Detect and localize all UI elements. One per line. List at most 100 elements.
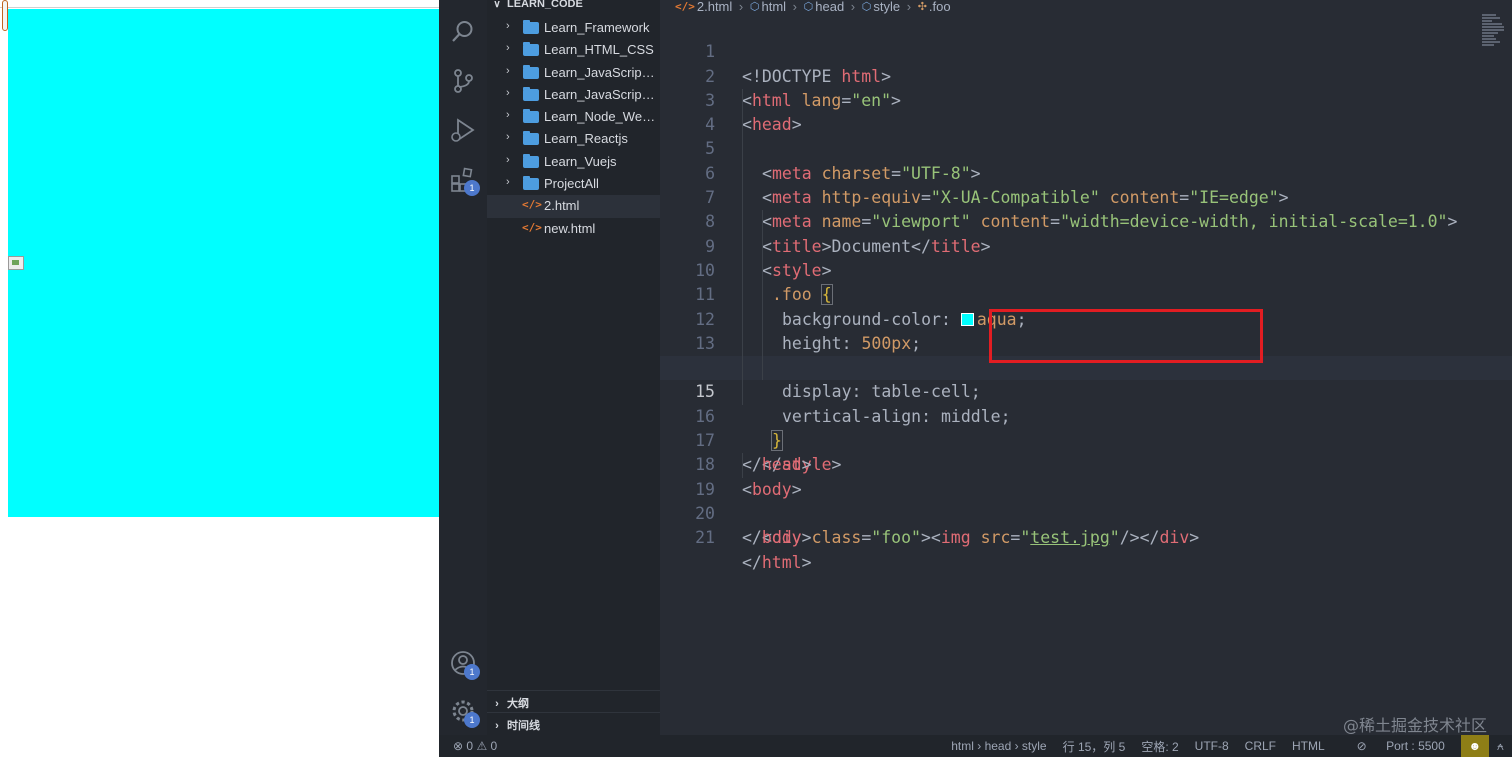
code-line[interactable]: 7 <title>Document</title> [660,161,1512,256]
html-file-icon: </> [522,220,542,234]
port-icon: ⊘ [1356,739,1367,753]
language-mode[interactable]: HTML [1292,739,1325,753]
accounts-badge: 1 [464,664,480,680]
tree-item-label: 2.html [544,198,580,214]
code-line[interactable]: 5 <meta http-equiv="X-UA-Compatible" con… [660,113,1512,207]
tree-item-folder[interactable]: › Learn_HTML_CSS [487,39,660,61]
tree-item-label: Learn_Vuejs [544,153,617,169]
code-line[interactable]: 6 <meta name="viewport" content="width=d… [660,137,1512,231]
chevron-right-icon: › [850,0,856,15]
accounts-icon[interactable]: 1 [449,649,480,680]
outline-section[interactable]: › 大纲 [487,690,660,712]
vscode-window: 1 1 1 ∨ LEARN_CODE › Learn_Framework › Lear… [439,0,1512,757]
folder-icon [523,109,539,124]
tree-item-folder[interactable]: › ProjectAll [487,173,660,195]
tree-item-folder[interactable]: › Learn_Reactjs [487,128,660,150]
tree-item-folder[interactable]: › Learn_JavaScript_... [487,84,660,106]
annotation-highlight-box [989,309,1263,363]
folder-icon [523,86,539,101]
chevron-right-icon: › [506,153,510,166]
code-line[interactable]: 11 height: 500px; [660,258,1512,353]
timeline-section[interactable]: › 时间线 [487,712,660,734]
code-line[interactable]: 9 .foo { [660,210,1512,306]
encoding[interactable]: UTF-8 [1195,739,1229,753]
tree-item-label: Learn_JavaScript_... [544,86,656,102]
code-line[interactable]: 17 </head> [660,405,1512,474]
gear-icon[interactable]: 1 [449,697,480,728]
tree-item-file[interactable]: </> new.html [487,218,660,240]
code-line[interactable]: 20 </body> [660,478,1512,547]
code-line[interactable]: 19 <div class="foo"><img src="test.jpg"/… [660,453,1512,547]
tree-item-file-selected[interactable]: </> 2.html [487,195,660,218]
search-icon[interactable] [449,18,477,46]
code-line[interactable]: 3 <head> [660,65,1512,134]
breadcrumb-item[interactable]: .foo [929,0,951,14]
breadcrumb-item[interactable]: html [761,0,786,14]
code-line[interactable]: 4 <meta charset="UTF-8"> [660,88,1512,183]
breadcrumb: </> 2.html › ⬡ html › ⬡ head › ⬡ style › ✣ .f… [675,0,951,14]
code-line[interactable]: 10 background-color: aqua; [660,234,1512,329]
end-of-line[interactable]: CRLF [1245,739,1276,753]
outline-label: 大纲 [507,698,529,710]
problems-indicator[interactable]: ⊗ 0 ⚠ 0 [453,739,497,753]
line-content: </body> [742,528,812,548]
folder-icon [523,131,539,146]
chevron-right-icon: › [506,42,510,55]
code-lines[interactable]: 1 <!DOCTYPE html> 2 <html lang="en"> 3 <… [660,16,1512,572]
notifications-icon[interactable]: ⍲ [1497,739,1504,754]
code-line[interactable]: 18 <body> [660,429,1512,498]
code-line[interactable]: 16 </style> [660,380,1512,474]
breadcrumb-item[interactable]: head [815,0,844,14]
browser-preview [0,0,439,757]
port-label: Port : 5500 [1386,739,1445,753]
status-bar: ⊗ 0 ⚠ 0 html › head › style 行 15，列 5 空格:… [439,735,1512,757]
tree-item-label: Learn_HTML_CSS [544,42,654,58]
cursor-position[interactable]: 行 15，列 5 [1063,738,1126,755]
run-debug-icon[interactable] [449,116,477,144]
code-line[interactable]: 21 </html> [660,502,1512,571]
tree-item-label: Learn_Framework [544,20,650,35]
explorer-sidebar: ∨ LEARN_CODE › Learn_Framework › Learn_HTML… [487,0,660,735]
explorer-section-header[interactable]: ∨ LEARN_CODE [487,0,660,14]
class-selector-icon: ✣ [917,1,927,14]
element-icon: ⬡ [803,1,814,14]
image-src-link[interactable]: test.jpg [1030,528,1109,547]
html-file-icon: </> [675,0,695,14]
error-icon: ⊗ [453,739,464,753]
breadcrumb-item[interactable]: style [873,0,900,14]
chevron-right-icon: › [506,86,510,99]
foo-div-aqua-box [8,9,439,517]
preview-top-border [0,0,439,8]
live-server-port[interactable]: ⊘ Port : 5500 [1341,739,1445,753]
html-file-icon: </> [522,198,542,212]
extensions-icon[interactable]: 1 [449,165,480,196]
chevron-right-icon: › [506,20,510,32]
breadcrumb-file[interactable]: 2.html [697,0,732,14]
tree-item-label: Learn_Reactjs [544,131,628,147]
chevron-down-icon: ∨ [493,0,501,10]
code-editor[interactable]: </> 2.html › ⬡ html › ⬡ head › ⬡ style › ✣ .f… [660,0,1512,735]
minimap[interactable] [1482,14,1504,54]
element-icon: ⬡ [861,1,872,14]
tree-item-folder[interactable]: › Learn_Vuejs [487,151,660,173]
folder-icon [523,64,539,79]
source-control-icon[interactable] [449,67,477,95]
tree-item-folder[interactable]: › Learn_JavaScript_... [487,62,660,84]
tree-item-folder[interactable]: › Learn_Framework [487,17,660,39]
tree-item-label: Learn_JavaScript_... [544,64,656,80]
extensions-badge: 1 [464,180,480,196]
chevron-right-icon: › [906,0,912,15]
chevron-right-icon: › [506,176,510,189]
code-line[interactable]: 2 <html lang="en"> [660,40,1512,110]
line-content: </html> [742,552,812,572]
tree-item-label: ProjectAll [544,176,599,192]
chevron-right-icon: › [792,0,798,15]
code-line[interactable]: 1 <!DOCTYPE html> [660,16,1512,85]
code-line[interactable]: 8 <style> [660,186,1512,280]
folder-icon [523,20,539,34]
indentation[interactable]: 空格: 2 [1141,738,1178,755]
tree-item-folder[interactable]: › Learn_Node_Web... [487,106,660,128]
copilot-icon[interactable]: ☻ [1460,735,1489,757]
code-line[interactable]: 12 width: 600px; [660,283,1512,377]
status-breadcrumb[interactable]: html › head › style [951,739,1046,753]
